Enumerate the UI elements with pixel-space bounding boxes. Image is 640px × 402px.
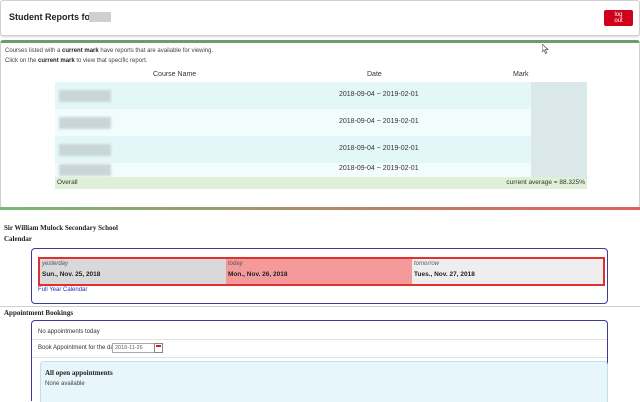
note-text: have reports that are available for view… <box>98 48 214 54</box>
divider <box>32 339 607 340</box>
mark-cell[interactable] <box>531 82 587 109</box>
course-name-redacted[interactable] <box>59 144 111 156</box>
current-average: current average = 88.325% <box>506 179 585 186</box>
col-date: Date <box>367 71 382 78</box>
appointment-date-input[interactable] <box>112 343 160 353</box>
overall-label: Overall <box>57 179 78 186</box>
row-date: 2018-09-04 ~ 2019-02-01 <box>339 165 419 172</box>
col-course-name: Course Name <box>153 71 197 78</box>
page-title: Student Reports for <box>9 12 94 22</box>
calendar-icon[interactable] <box>154 343 163 353</box>
appointments-heading: Appointment Bookings <box>4 309 74 317</box>
course-name-redacted[interactable] <box>59 117 111 129</box>
note-bold: current mark <box>62 48 99 54</box>
logout-button[interactable]: log out <box>604 10 633 26</box>
day-date: Tues., Nov. 27, 2018 <box>414 271 475 278</box>
no-appointments-text: No appointments today <box>38 329 100 335</box>
reports-card: Courses listed with a current mark have … <box>0 40 640 208</box>
note-text: Courses listed with a <box>5 48 63 54</box>
appointments-card: No appointments today Book Appointment f… <box>31 320 608 402</box>
school-name: Sir William Mulock Secondary School <box>4 224 118 232</box>
section-divider <box>0 207 640 210</box>
note-bold: current mark <box>38 58 75 64</box>
table-row: 2018-09-04 ~ 2019-02-01 <box>55 136 587 163</box>
row-date: 2018-09-04 ~ 2019-02-01 <box>339 91 419 98</box>
full-year-calendar-link[interactable]: Full Year Calendar <box>38 287 87 293</box>
day-date: Mon., Nov. 26, 2018 <box>228 271 288 278</box>
col-mark: Mark <box>513 71 529 78</box>
table-row: 2018-09-04 ~ 2019-02-01 <box>55 163 587 177</box>
day-label: today <box>228 261 243 267</box>
book-appointment-label: Book Appointment for the date <box>38 345 119 351</box>
course-name-redacted[interactable] <box>59 164 111 176</box>
open-appointments-box: All open appointments None available <box>40 361 608 402</box>
row-date: 2018-09-04 ~ 2019-02-01 <box>339 145 419 152</box>
table-header: Course Name Date Mark <box>55 71 587 81</box>
day-yesterday: yesterday Sun., Nov. 25, 2018 <box>40 259 226 284</box>
day-tomorrow: tomorrow Tues., Nov. 27, 2018 <box>412 259 603 284</box>
reports-note-1: Courses listed with a current mark have … <box>5 48 213 54</box>
mark-cell[interactable] <box>531 163 587 177</box>
day-label: yesterday <box>42 261 69 267</box>
table-row: 2018-09-04 ~ 2019-02-01 <box>55 109 587 136</box>
student-name-redacted <box>89 12 111 22</box>
divider <box>32 357 607 358</box>
calendar-heading: Calendar <box>4 235 32 243</box>
table-row: 2018-09-04 ~ 2019-02-01 <box>55 82 587 109</box>
section-divider-2 <box>0 306 640 307</box>
day-date: Sun., Nov. 25, 2018 <box>42 271 101 278</box>
row-date: 2018-09-04 ~ 2019-02-01 <box>339 118 419 125</box>
mark-cell[interactable] <box>531 136 587 163</box>
note-text: to view that specific report. <box>74 58 148 64</box>
course-name-redacted[interactable] <box>59 90 111 102</box>
open-appointments-none: None available <box>45 381 85 387</box>
overall-row: Overall current average = 88.325% <box>55 177 587 189</box>
calendar-days: yesterday Sun., Nov. 25, 2018 today Mon.… <box>38 257 605 286</box>
reports-note-2: Click on the current mark to view that s… <box>5 58 147 64</box>
header-card: Student Reports for log out <box>0 0 640 36</box>
open-appointments-title: All open appointments <box>45 369 113 377</box>
mark-cell[interactable] <box>531 109 587 136</box>
day-label: tomorrow <box>414 261 440 267</box>
mouse-cursor-icon <box>542 44 549 54</box>
note-text: Click on the <box>5 58 39 64</box>
day-today: today Mon., Nov. 26, 2018 <box>226 259 412 284</box>
calendar-card: yesterday Sun., Nov. 25, 2018 today Mon.… <box>31 248 608 304</box>
